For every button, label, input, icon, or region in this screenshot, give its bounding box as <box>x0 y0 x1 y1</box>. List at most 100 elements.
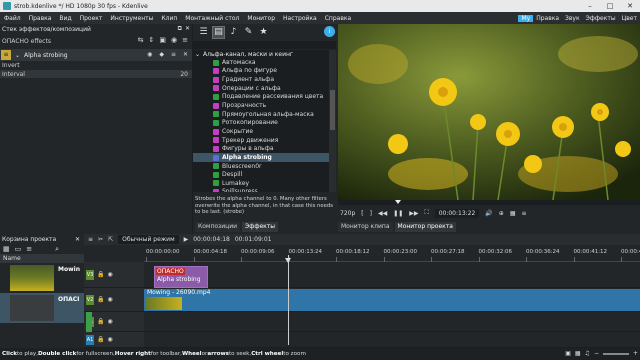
close-icon[interactable]: ✕ <box>620 0 640 12</box>
menu-monitor[interactable]: Монитор <box>243 15 279 22</box>
effect-item[interactable]: Фигуры в альфа <box>193 144 329 153</box>
menu-project[interactable]: Проект <box>76 15 107 22</box>
menu-view[interactable]: Вид <box>55 15 75 22</box>
effect-item[interactable]: Bluescreen0r <box>193 162 329 171</box>
collapse-icon[interactable]: ⇕ <box>149 36 155 44</box>
menu-clip[interactable]: Клип <box>157 15 181 22</box>
play-pause-icon[interactable]: ❚❚ <box>393 210 403 217</box>
tab-effects[interactable]: Эффекты <box>242 222 279 232</box>
folder-icon[interactable]: ▭ <box>15 245 22 253</box>
snap-icon[interactable]: ▣ <box>565 350 571 357</box>
project-monitor-video[interactable] <box>338 24 640 200</box>
overlay-icon[interactable]: ▦ <box>510 210 516 217</box>
eye-icon[interactable]: ◉ <box>147 51 152 58</box>
track-head-a1[interactable]: A1 🔒 ◉ <box>84 332 144 348</box>
zoom-out-icon[interactable]: − <box>594 350 599 357</box>
favorites-icon[interactable]: ★ <box>257 26 270 39</box>
menu-tools[interactable]: Инструменты <box>106 15 157 22</box>
compare-icon[interactable]: ⇆ <box>138 36 144 44</box>
razor-icon[interactable]: ✂ <box>98 236 103 243</box>
workspace-effects[interactable]: Эффекты <box>583 15 619 22</box>
timeline-playhead[interactable] <box>288 255 289 345</box>
effects-search[interactable] <box>193 41 336 49</box>
workspace-audio[interactable]: Звук <box>562 15 583 22</box>
track-head-v3[interactable]: V3 🔒 ◉ <box>84 262 144 288</box>
tab-project-monitor[interactable]: Монитор проекта <box>394 222 456 232</box>
effect-item[interactable]: Подавление рассеивания цвета <box>193 93 329 102</box>
track-v1[interactable] <box>144 312 640 332</box>
video-effects-icon[interactable]: ▤ <box>212 25 225 39</box>
maximize-icon[interactable]: □ <box>600 0 620 12</box>
effect-menu-icon[interactable]: ≡ <box>171 51 176 58</box>
effect-item[interactable]: Прозрачность <box>193 101 329 110</box>
visibility-icon[interactable]: ◉ <box>171 36 177 44</box>
track-head-v1[interactable]: V1 🔒 ◉ <box>84 312 144 332</box>
lock-icon[interactable]: 🔒 <box>97 336 104 343</box>
zoom-in-icon[interactable]: + <box>633 350 638 357</box>
menu-edit[interactable]: Правка <box>25 15 56 22</box>
workspace-my[interactable]: Мy <box>518 14 534 22</box>
tab-clip-monitor[interactable]: Монитор клипа <box>338 222 393 232</box>
param-invert[interactable]: Invert <box>0 61 192 69</box>
bin-clip[interactable]: Mowin <box>0 263 84 293</box>
mute-icon[interactable]: ◉ <box>107 318 112 325</box>
lock-icon[interactable]: 🔒 <box>97 271 104 278</box>
add-clip-icon[interactable]: ▦ <box>3 245 10 253</box>
effect-item[interactable]: Ротокопирование <box>193 118 329 127</box>
lock-icon[interactable]: 🔒 <box>97 318 104 325</box>
set-in-icon[interactable]: [ <box>361 210 363 217</box>
track-v2[interactable]: Mowing - 26090.mp4 <box>144 288 640 312</box>
workspace-color[interactable]: Цвет <box>619 15 640 22</box>
workspace-edit[interactable]: Правка <box>533 15 562 22</box>
edit-mode-select[interactable]: Обычный режим <box>118 235 179 244</box>
mute-icon[interactable]: ◉ <box>107 296 112 303</box>
keyframe-icon[interactable]: ◆ <box>159 51 164 58</box>
effect-item[interactable]: Операции с альфа <box>193 84 329 93</box>
target-track-indicator[interactable] <box>86 312 92 332</box>
save-stack-icon[interactable]: ▣ <box>159 36 166 44</box>
menu-settings[interactable]: Настройка <box>279 15 321 22</box>
bin-column-name[interactable]: Name <box>3 255 21 262</box>
chevron-down-icon[interactable]: ⌄ <box>15 52 20 59</box>
track-v3[interactable]: ОПАСНО Alpha strobing <box>144 262 640 288</box>
close-bin-icon[interactable]: ✕ <box>75 236 80 243</box>
lock-icon[interactable]: 🔒 <box>97 296 104 303</box>
monitor-menu-icon[interactable]: ≡ <box>521 210 526 217</box>
effects-scrollbar[interactable] <box>329 50 336 192</box>
rewind-icon[interactable]: ◀◀ <box>378 210 387 217</box>
effect-item[interactable]: Spillsupress <box>193 188 329 192</box>
effect-item[interactable]: Трекер движения <box>193 136 329 145</box>
mute-icon[interactable]: ◉ <box>107 336 112 343</box>
zoom-icon[interactable]: ⊕ <box>499 210 504 217</box>
menu-timeline[interactable]: Монтажный стол <box>181 15 243 22</box>
bin-search-icon[interactable]: ⌕ <box>55 245 59 254</box>
close-panel-icon[interactable]: ✕ <box>185 25 190 33</box>
menu-help[interactable]: Справка <box>321 15 355 22</box>
timeline-clip-video[interactable]: Mowing - 26090.mp4 <box>144 289 640 311</box>
param-interval[interactable]: Interval 20 <box>0 70 192 78</box>
audio-effects-icon[interactable]: ♪ <box>227 26 240 39</box>
bin-clip-selected[interactable]: ОПАСІ <box>0 293 84 323</box>
effect-item[interactable]: Alpha strobing <box>193 153 329 162</box>
effect-item[interactable]: Сокрытие <box>193 127 329 136</box>
delete-effect-icon[interactable]: ✕ <box>183 51 188 58</box>
play-zone-icon[interactable]: ▶ <box>184 236 189 243</box>
effect-item[interactable]: Despill <box>193 170 329 179</box>
fullscreen-icon[interactable]: ⛶ <box>424 209 428 217</box>
forward-icon[interactable]: ▶▶ <box>409 210 418 217</box>
effect-item[interactable]: Альфа по фигуре <box>193 67 329 76</box>
list-view-icon[interactable]: ☰ <box>197 26 210 39</box>
effect-item[interactable]: Автомаска <box>193 58 329 67</box>
info-icon[interactable]: i <box>324 26 335 37</box>
menu-file[interactable]: Файл <box>0 15 25 22</box>
custom-effects-icon[interactable]: ✎ <box>242 26 255 39</box>
set-out-icon[interactable]: ] <box>370 210 372 217</box>
zoom-slider[interactable] <box>602 352 629 355</box>
timeline-clip-effect[interactable]: ОПАСНО Alpha strobing <box>154 266 208 288</box>
bin-menu-icon[interactable]: ≡ <box>26 245 32 253</box>
menu-icon[interactable]: ≡ <box>182 36 188 44</box>
audio-thumb-icon[interactable]: ♫ <box>585 350 590 357</box>
effect-item[interactable]: Lumakey <box>193 179 329 188</box>
timeline-ruler[interactable]: 00:00:00:00 00:00:04:18 00:00:09:06 00:00:1… <box>144 246 640 262</box>
track-menu-icon[interactable]: ≡ <box>88 236 93 243</box>
